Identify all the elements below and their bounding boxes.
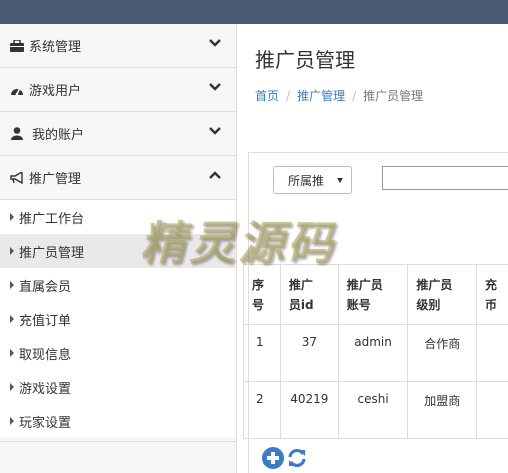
column-header-index[interactable]: 序号 [243,264,281,325]
table-header-row: 序号 推广 员id 推广员 账号 推广员 级别 充币 [243,264,508,325]
sidebar-item-withdraw-info[interactable]: 取现信息 [0,336,236,370]
column-header-account[interactable]: 推广员 账号 [337,264,409,325]
column-header-recharge[interactable]: 充币 [476,264,508,325]
affiliation-select[interactable]: 所属推 [273,166,352,194]
breadcrumb-home[interactable]: 首页 [255,87,279,104]
sidebar-item-direct-members[interactable]: 直属会员 [0,268,236,302]
table-toolbar [262,447,308,469]
chevron-down-icon [209,83,221,91]
caret-right-icon [10,281,14,289]
caret-right-icon [10,383,14,391]
table-row[interactable]: 1 37 admin 合作商 [243,324,508,382]
search-input-field[interactable] [383,167,508,189]
caret-right-icon [10,315,14,323]
column-header-promoter-id[interactable]: 推广 员id [279,264,339,325]
cell-id: 37 [279,324,339,382]
refresh-icon[interactable] [286,447,308,469]
cell-recharge [476,324,508,382]
sidebar-item-game-settings[interactable]: 游戏设置 [0,370,236,404]
cell-account: admin [337,324,409,382]
main-content: 推广员管理 首页 / 推广管理 / 推广员管理 所属推 序号 推广 员id 推广员… [238,24,508,473]
chevron-down-icon [209,39,221,47]
caret-right-icon [10,247,14,255]
cell-recharge [476,381,508,439]
sidebar-item-promoter-management[interactable]: 推广员管理 [0,234,236,268]
menu-group-label: 我的账户 [32,128,85,143]
dashboard-icon [10,84,26,96]
top-navbar [0,0,508,24]
menu-group-label: 游戏用户 [29,84,82,99]
sidebar-item-recharge-orders[interactable]: 充值订单 [0,302,236,336]
column-header-level[interactable]: 推广员 级别 [407,264,478,325]
breadcrumb-separator: / [286,88,291,103]
cell-index: 2 [243,381,281,439]
plus-circle-icon[interactable] [262,447,284,469]
chevron-down-icon [209,127,221,135]
cell-index: 1 [243,324,281,382]
sidebar: 系统管理 游戏用户 我的账户 推广管理 推广工作台 推广员管理 直属会员 充值订… [0,24,237,473]
sidebar-item-promo-dashboard[interactable]: 推广工作台 [0,200,236,234]
menu-group-promotion[interactable]: 推广管理 [0,156,236,200]
cell-level: 合作商 [407,324,478,382]
breadcrumb: 首页 / 推广管理 / 推广员管理 [255,87,423,104]
menu-group-game-users[interactable]: 游戏用户 [0,68,236,112]
user-icon [10,127,26,140]
page-title: 推广员管理 [255,48,355,72]
promotion-submenu: 推广工作台 推广员管理 直属会员 充值订单 取现信息 游戏设置 玩家设置 [0,200,236,438]
breadcrumb-separator: / [352,88,357,103]
sidebar-divider [0,441,237,442]
search-input[interactable] [382,166,508,190]
menu-group-label: 系统管理 [29,40,82,55]
sidebar-item-player-settings[interactable]: 玩家设置 [0,404,236,438]
cell-id: 40219 [279,381,339,439]
caret-right-icon [10,349,14,357]
menu-group-system[interactable]: 系统管理 [0,24,236,68]
caret-down-icon [337,178,343,183]
bullhorn-icon [10,171,26,184]
menu-group-label: 推广管理 [29,172,82,187]
promoter-table: 序号 推广 员id 推广员 账号 推广员 级别 充币 1 37 admin 合作商 2… [243,264,508,439]
briefcase-icon [10,39,26,52]
breadcrumb-current: 推广员管理 [363,89,424,103]
cell-account: ceshi [337,381,409,439]
breadcrumb-promotion[interactable]: 推广管理 [297,87,345,104]
caret-right-icon [10,417,14,425]
cell-level: 加盟商 [407,381,478,439]
chevron-up-icon [209,171,221,179]
menu-group-my-account[interactable]: 我的账户 [0,112,236,156]
caret-right-icon [10,213,14,221]
table-row[interactable]: 2 40219 ceshi 加盟商 [243,381,508,439]
